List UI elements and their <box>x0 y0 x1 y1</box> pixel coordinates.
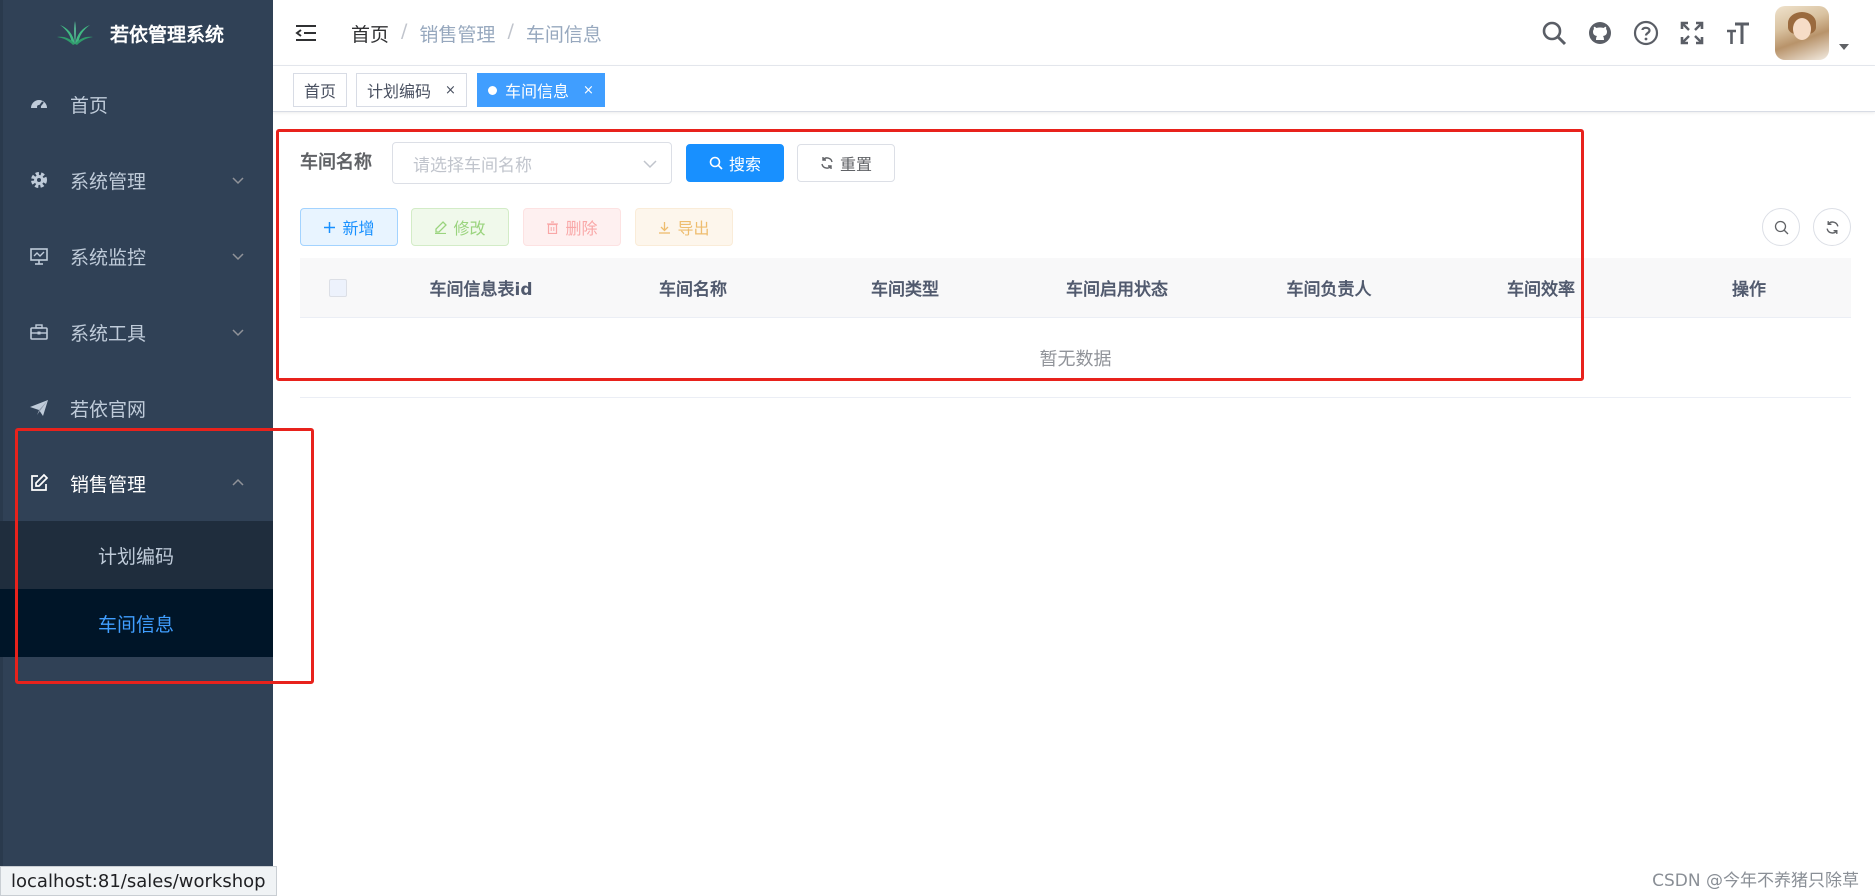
dashboard-icon <box>29 94 49 114</box>
tag-label: 车间信息 <box>505 82 570 101</box>
search-icon[interactable] <box>1531 10 1577 56</box>
refresh-table-button[interactable] <box>1813 208 1851 246</box>
sidebar-item-system-management[interactable]: 系统管理 <box>0 152 273 208</box>
tag-workshop-info[interactable]: 车间信息 × <box>477 73 605 107</box>
sidebar-item-home[interactable]: 首页 <box>0 76 273 132</box>
help-icon[interactable] <box>1623 10 1669 56</box>
toggle-search-button[interactable] <box>1762 208 1800 246</box>
annotation-box-sidebar <box>15 428 314 684</box>
close-icon[interactable]: × <box>583 83 594 98</box>
breadcrumb: 首页 / 销售管理 / 车间信息 <box>351 20 602 47</box>
github-icon[interactable] <box>1577 10 1623 56</box>
logo-icon <box>57 21 93 45</box>
chevron-down-icon <box>232 177 244 185</box>
tag-home[interactable]: 首页 <box>293 73 348 107</box>
active-dot-icon <box>488 85 497 95</box>
column-header: 操作 <box>1732 280 1766 300</box>
sidebar-logo[interactable]: 若依管理系统 <box>0 0 273 66</box>
font-size-icon[interactable] <box>1715 10 1761 56</box>
navbar-actions <box>1531 0 1875 66</box>
toolbox-icon <box>29 322 49 342</box>
gear-icon <box>29 170 49 190</box>
sidebar-item-system-tools[interactable]: 系统工具 <box>0 304 273 360</box>
sidebar-item-label: 若依官网 <box>70 398 147 421</box>
hamburger-icon[interactable] <box>295 22 317 44</box>
app-title: 若依管理系统 <box>110 23 225 46</box>
sidebar-edge <box>0 0 3 896</box>
avatar-face <box>1793 18 1811 40</box>
tag-label: 首页 <box>304 82 337 101</box>
breadcrumb-separator: / <box>507 20 514 42</box>
search-icon <box>1774 220 1788 234</box>
close-icon[interactable]: × <box>445 83 456 98</box>
fullscreen-icon[interactable] <box>1669 10 1715 56</box>
tag-label: 计划编码 <box>367 82 432 101</box>
breadcrumb-sales: 销售管理 <box>419 24 496 46</box>
breadcrumb-workshop: 车间信息 <box>525 24 602 46</box>
sidebar-item-system-monitor[interactable]: 系统监控 <box>0 228 273 284</box>
navbar: 首页 / 销售管理 / 车间信息 <box>273 0 1875 66</box>
chevron-down-icon <box>232 253 244 261</box>
breadcrumb-separator: / <box>401 20 408 42</box>
tag-plan-code[interactable]: 计划编码 × <box>356 73 467 107</box>
watermark: CSDN @今年不养猪只除草 <box>1652 871 1859 891</box>
sidebar-item-label: 系统工具 <box>70 322 147 345</box>
sidebar-item-label: 首页 <box>70 94 109 117</box>
monitor-icon <box>29 246 49 266</box>
refresh-icon <box>1825 220 1839 234</box>
sidebar-item-label: 系统管理 <box>70 170 147 193</box>
browser-status-url: localhost:81/sales/workshop <box>0 866 277 896</box>
annotation-box-main <box>276 129 1584 381</box>
paper-plane-icon <box>29 398 49 418</box>
caret-down-icon[interactable] <box>1839 44 1849 50</box>
tags-view: 首页 计划编码 × 车间信息 × <box>273 66 1875 112</box>
avatar[interactable] <box>1775 6 1829 60</box>
breadcrumb-home[interactable]: 首页 <box>351 20 389 47</box>
sidebar-item-label: 系统监控 <box>70 246 147 269</box>
chevron-down-icon <box>232 329 244 337</box>
